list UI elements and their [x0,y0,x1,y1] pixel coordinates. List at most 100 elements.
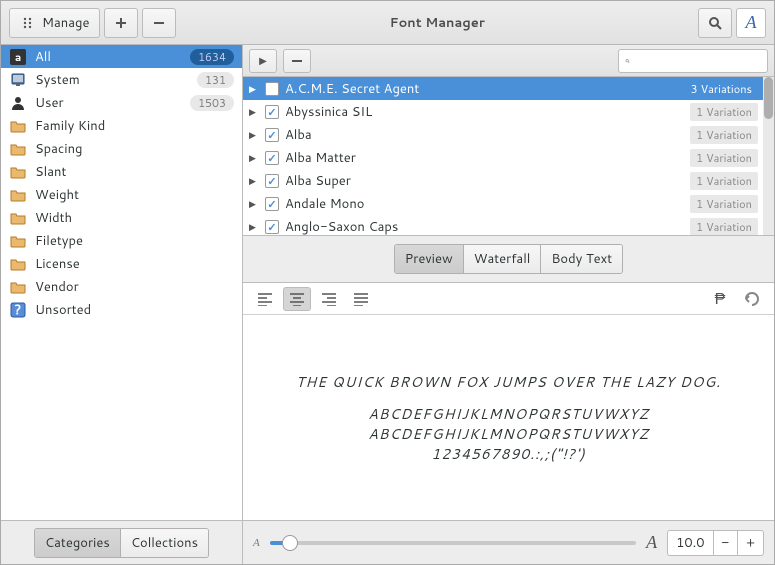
category-row-slant[interactable]: Slant [1,160,242,183]
font-checkbox[interactable]: ✓ [265,128,279,142]
folder-icon [9,118,27,134]
size-spinbox[interactable]: 10.0 − + [667,530,764,556]
category-row-license[interactable]: License [1,252,242,275]
expand-triangle[interactable]: ▶ [249,174,259,187]
search-icon [707,15,723,31]
search-icon [625,53,630,69]
expand-triangle[interactable]: ▶ [249,128,259,141]
category-row-weight[interactable]: Weight [1,183,242,206]
category-row-user[interactable]: User1503 [1,91,242,114]
letter-icon: a [9,49,27,65]
size-decrease[interactable]: − [713,531,738,555]
category-label: Width [35,209,72,227]
font-row[interactable]: ▶✓Alba Matter1 Variation [243,146,774,169]
add-button[interactable] [104,8,138,38]
align-justify-icon [353,292,369,306]
preview-toolbar: ₱ [243,283,774,315]
align-right-button[interactable] [315,287,343,311]
size-small-label: A [253,537,260,549]
category-row-width[interactable]: Width [1,206,242,229]
category-row-family-kind[interactable]: Family Kind [1,114,242,137]
minus-icon [151,15,167,31]
handle-icon [20,15,36,31]
expand-triangle[interactable]: ▶ [249,151,259,164]
plus-icon [113,15,129,31]
category-label: All [35,48,51,66]
align-center-button[interactable] [283,287,311,311]
font-checkbox[interactable]: ✓ [265,151,279,165]
font-variations-badge: 1 Variation [690,126,758,144]
remove-button[interactable] [142,8,176,38]
font-row[interactable]: ▶✓Anglo-Saxon Caps1 Variation [243,215,774,235]
category-row-vendor[interactable]: Vendor [1,275,242,298]
font-row[interactable]: ▶✓Alba Super1 Variation [243,169,774,192]
expand-triangle[interactable]: ▶ [249,197,259,210]
category-row-spacing[interactable]: Spacing [1,137,242,160]
category-count: 1634 [190,49,234,65]
font-a-icon: A [746,12,757,33]
remove-font-button[interactable] [283,49,311,73]
font-checkbox[interactable]: ✓ [265,220,279,234]
category-label: System [35,71,80,89]
align-left-button[interactable] [251,287,279,311]
tab-categories[interactable]: Categories [35,529,121,557]
align-center-icon [289,292,305,306]
font-list-toolbar: ▶ [243,45,774,77]
category-row-unsorted[interactable]: ?Unsorted [1,298,242,321]
category-label: Unsorted [35,301,91,319]
category-row-system[interactable]: System131 [1,68,242,91]
category-label: Weight [35,186,79,204]
font-checkbox[interactable]: ✓ [265,82,279,96]
font-icon-button[interactable]: A [736,8,766,38]
size-slider[interactable] [270,541,636,545]
chevron-right-icon: ▶ [259,54,267,68]
font-list[interactable]: ▶✓A.C.M.E. Secret Agent3 Variations▶✓Aby… [243,77,774,235]
direction-button[interactable]: ₱ [706,287,734,311]
font-checkbox[interactable]: ✓ [265,105,279,119]
font-list-scrollbar-thumb[interactable] [764,77,773,119]
font-row[interactable]: ▶✓A.C.M.E. Secret Agent3 Variations [243,77,774,100]
font-row[interactable]: ▶✓Andale Mono1 Variation [243,192,774,215]
size-big-label: A [646,532,657,553]
category-row-all[interactable]: a All 1634 [1,45,242,68]
expand-button[interactable]: ▶ [249,49,277,73]
font-variations-badge: 1 Variation [690,149,758,167]
folder-icon [9,256,27,272]
font-checkbox[interactable]: ✓ [265,174,279,188]
category-label: Slant [35,163,66,181]
category-count: 1503 [190,95,234,111]
size-slider-thumb[interactable] [282,535,298,551]
screen-icon [9,72,27,88]
size-value[interactable]: 10.0 [668,531,712,555]
font-checkbox[interactable]: ✓ [265,197,279,211]
manage-button[interactable]: Manage [9,8,100,38]
expand-triangle[interactable]: ▶ [249,105,259,118]
expand-triangle[interactable]: ▶ [249,82,259,95]
tab-bodytext[interactable]: Body Text [541,245,622,273]
user-icon [9,95,27,111]
header-toolbar: Manage Font Manager A [1,1,774,45]
font-row[interactable]: ▶✓Abyssinica SIL1 Variation [243,100,774,123]
font-variations-badge: 1 Variation [690,218,758,236]
align-justify-button[interactable] [347,287,375,311]
sidebar-tab-switcher[interactable]: Categories Collections [34,528,209,558]
folder-icon [9,164,27,180]
search-toggle-button[interactable] [698,8,732,38]
category-row-filetype[interactable]: Filetype [1,229,242,252]
undo-button[interactable] [738,287,766,311]
font-name: Alba [285,126,312,144]
tab-waterfall[interactable]: Waterfall [464,245,542,273]
preview-mode-switcher[interactable]: Preview Waterfall Body Text [394,244,623,274]
expand-triangle[interactable]: ▶ [249,220,259,233]
preview-area: THE QUICK BROWN FOX JUMPS OVER THE LAZY … [243,315,774,520]
pilcrow-icon: ₱ [715,287,726,310]
tab-preview[interactable]: Preview [395,245,464,273]
font-search-field[interactable] [618,49,768,73]
folder-icon [9,187,27,203]
font-row[interactable]: ▶ ✓ Alba 1 Variation [243,123,774,146]
sidebar: a All 1634 System131User1503Family KindSpac… [1,45,243,564]
font-search-input[interactable] [634,52,761,69]
category-list[interactable]: a All 1634 System131User1503Family KindSpac… [1,45,242,520]
tab-collections[interactable]: Collections [121,529,208,557]
size-increase[interactable]: + [737,531,763,555]
